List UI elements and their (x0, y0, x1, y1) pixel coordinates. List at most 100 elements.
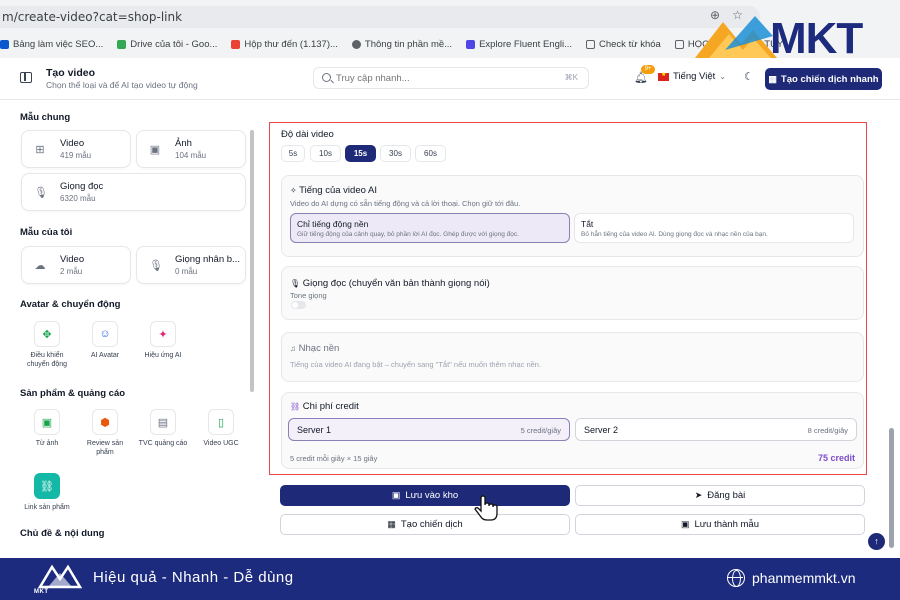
card-count: 104 mẫu (175, 151, 207, 160)
server-name: Server 2 (584, 425, 619, 435)
bookmark[interactable]: Bảng làm việc SEO... (0, 34, 103, 54)
credit-total: 75 credit (818, 453, 856, 463)
card-title: Giọng nhân b... (175, 254, 240, 265)
music-desc: Tiếng của video AI đang bật – chuyển san… (290, 360, 542, 369)
move-icon: ✥ (34, 321, 60, 347)
tool-ai-effects[interactable]: ✦ Hiệu ứng AI (137, 321, 189, 360)
image-icon: ▣ (149, 144, 161, 156)
server-price: 5 credit/giây (520, 426, 561, 435)
card-count: 0 mẫu (175, 267, 198, 276)
card-title: Ảnh (175, 138, 192, 149)
music-title-text: Nhạc nền (298, 343, 340, 354)
tool-label: Hiệu ứng AI (144, 352, 182, 359)
tool-motion-control[interactable]: ✥ Điều khiển chuyển động (21, 321, 73, 369)
server-option-1[interactable]: Server 1 5 credit/giây (288, 418, 570, 441)
cloud-upload-icon: ☁︎ (34, 260, 46, 272)
audio-option-off[interactable]: Tắt Bỏ hẳn tiếng của video AI. Dùng giọn… (574, 213, 854, 243)
tool-label: Video UGC (203, 440, 239, 447)
arrow-up-icon: ↑ (874, 536, 879, 546)
clapperboard-icon: ▤ (150, 409, 176, 435)
tool-tvc-ads[interactable]: ▤ TVC quảng cáo (137, 409, 189, 448)
credit-cost-title-text: Chi phí credit (302, 401, 359, 412)
sparkle-icon: ✧ (290, 186, 297, 195)
tool-product-review[interactable]: ⬢ Review sản phẩm (79, 409, 131, 457)
calendar-icon: ▦ (387, 519, 396, 529)
quick-search[interactable]: ⌘K (313, 67, 589, 89)
card-video-templates[interactable]: ⊞ Video 419 mẫu (21, 130, 131, 168)
bookmark-folder[interactable]: Check từ khóa (586, 34, 661, 54)
tool-label: Điều khiển chuyển động (26, 352, 68, 368)
post-label: Đăng bài (707, 490, 746, 501)
sidebar-scrollbar[interactable] (250, 130, 254, 392)
bookmark[interactable]: Thông tin phần mề... (351, 34, 452, 54)
tone-label: Tone giọng (290, 291, 327, 300)
voice-title: 🎙︎ Giọng đọc (chuyển văn bản thành giọng… (290, 278, 490, 289)
scroll-top-button[interactable]: ↑ (868, 533, 885, 550)
moon-icon[interactable]: ☾ (744, 70, 754, 83)
page-title: Tạo video (46, 67, 96, 79)
tool-label: TVC quảng cáo (138, 440, 188, 447)
tool-label: Review sản phẩm (86, 440, 124, 456)
calendar-icon: ▦ (768, 73, 777, 84)
chevron-down-icon: ⌄ (719, 72, 726, 81)
create-campaign-button[interactable]: ▦ Tạo chiến dịch (280, 514, 570, 535)
phone-icon: ▯ (208, 409, 234, 435)
tool-label: Từ ảnh (35, 440, 59, 447)
credit-cost-title: ⛓︎ Chi phí credit (290, 401, 359, 412)
avatar-icon: ☺ (92, 321, 118, 347)
microphone-icon: 🎙︎ (149, 260, 163, 272)
tool-label: Link sản phẩm (24, 504, 70, 511)
bookmarks-bar: Bảng làm việc SEO... Drive của tôi - Goo… (0, 34, 783, 54)
bookmark[interactable]: Hộp thư đến (1.137)... (231, 34, 338, 54)
bookmark[interactable]: Explore Fluent Engli... (466, 34, 572, 54)
server-option-2[interactable]: Server 2 8 credit/giây (575, 418, 857, 441)
bookmark[interactable]: Drive của tôi - Goo... (117, 34, 217, 54)
notification-badge: 9+ (641, 65, 655, 74)
quick-campaign-button[interactable]: ▦ Tạo chiến dịch nhanh (765, 68, 882, 90)
sidebar-toggle-icon[interactable] (20, 72, 32, 83)
footer-logo-tagline: MKT (34, 589, 49, 595)
globe-icon (727, 569, 745, 587)
tool-from-image[interactable]: ▣ Từ ảnh (21, 409, 73, 448)
link-icon: ⛓︎ (290, 402, 301, 411)
footer-website: phanmemmkt.vn (752, 570, 856, 586)
tone-toggle[interactable] (291, 301, 306, 309)
option-title: Chỉ tiếng động nền (297, 219, 369, 229)
search-input[interactable] (336, 71, 536, 86)
duration-option[interactable]: 60s (415, 145, 446, 162)
audio-option-ambient-only[interactable]: Chỉ tiếng động nền Giữ tiếng động của cả… (290, 213, 570, 243)
card-voice-templates[interactable]: 🎙︎ Giọng đọc 6320 mẫu (21, 173, 246, 211)
section-avatar-motion: Avatar & chuyển động (20, 299, 121, 310)
duration-option[interactable]: 5s (281, 145, 305, 162)
main-scrollbar[interactable] (889, 428, 894, 548)
sparkle-icon: ✦ (150, 321, 176, 347)
section-my-templates: Mẫu của tôi (20, 227, 73, 238)
credit-formula: 5 credit mỗi giây × 15 giây (290, 454, 378, 463)
mkt-logo-text: MKT (770, 14, 863, 63)
language-label: Tiếng Việt (673, 71, 716, 82)
post-button[interactable]: ➤ Đăng bài (575, 485, 865, 506)
card-count: 6320 mẫu (60, 194, 96, 203)
duration-option-selected[interactable]: 15s (345, 145, 376, 162)
voice-title-text: Giọng đọc (chuyển văn bản thành giọng nó… (302, 278, 490, 289)
card-my-videos[interactable]: ☁︎ Video 2 mẫu (21, 246, 131, 284)
save-to-library-button[interactable]: ▣ Lưu vào kho (280, 485, 570, 506)
save-as-template-button[interactable]: ▣ Lưu thành mẫu (575, 514, 865, 535)
card-image-templates[interactable]: ▣ Ảnh 104 mẫu (136, 130, 246, 168)
duration-option[interactable]: 30s (380, 145, 411, 162)
duration-option[interactable]: 10s (310, 145, 341, 162)
card-my-cloned-voices[interactable]: 🎙︎ Giọng nhân b... 0 mẫu (136, 246, 246, 284)
quick-campaign-label: Tạo chiến dịch nhanh (780, 73, 879, 85)
music-section (281, 332, 864, 382)
language-selector[interactable]: Tiếng Việt ⌄ (658, 71, 726, 82)
tool-video-ugc[interactable]: ▯ Video UGC (195, 409, 247, 448)
tool-ai-avatar[interactable]: ☺ AI Avatar (79, 321, 131, 360)
tool-product-link[interactable]: ⛓︎ Link sản phẩm (21, 473, 73, 512)
card-count: 2 mẫu (60, 267, 83, 276)
music-note-icon: ♫ (290, 344, 296, 353)
address-bar[interactable]: m/create-video?cat=shop-link (0, 6, 760, 28)
grid-icon: ⊞ (35, 144, 45, 156)
voice-section (281, 266, 864, 320)
ai-audio-desc: Video do AI dựng có sẵn tiếng động và cả… (290, 199, 521, 208)
option-desc: Bỏ hẳn tiếng của video AI. Dùng giọng đọ… (581, 231, 768, 238)
